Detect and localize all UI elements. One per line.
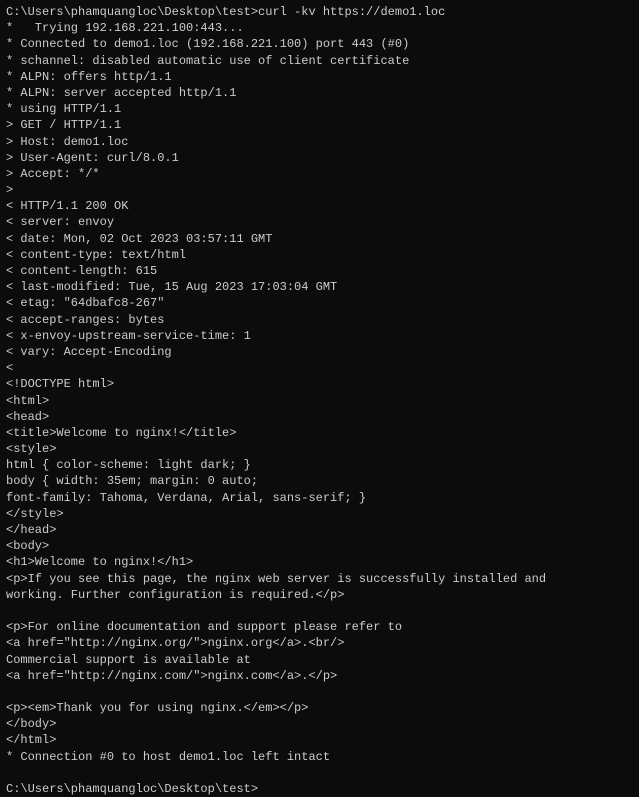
terminal-line: Commercial support is available at (6, 652, 633, 668)
terminal-line: </html> (6, 732, 633, 748)
terminal-line: working. Further configuration is requir… (6, 587, 633, 603)
terminal-line: < last-modified: Tue, 15 Aug 2023 17:03:… (6, 279, 633, 295)
terminal-line: < (6, 360, 633, 376)
terminal-line: <html> (6, 393, 633, 409)
terminal-line: C:\Users\phamquangloc\Desktop\test> (6, 781, 633, 797)
terminal-line: </style> (6, 506, 633, 522)
terminal-line: < HTTP/1.1 200 OK (6, 198, 633, 214)
terminal-line: <body> (6, 538, 633, 554)
terminal-line: <style> (6, 441, 633, 457)
terminal-line: < server: envoy (6, 214, 633, 230)
terminal-output[interactable]: C:\Users\phamquangloc\Desktop\test>curl … (6, 4, 633, 797)
terminal-line: > (6, 182, 633, 198)
terminal-line: <p><em>Thank you for using nginx.</em></… (6, 700, 633, 716)
terminal-line: < date: Mon, 02 Oct 2023 03:57:11 GMT (6, 231, 633, 247)
terminal-line: < vary: Accept-Encoding (6, 344, 633, 360)
terminal-line: <a href="http://nginx.com/">nginx.com</a… (6, 668, 633, 684)
terminal-line: * ALPN: server accepted http/1.1 (6, 85, 633, 101)
terminal-line: <h1>Welcome to nginx!</h1> (6, 554, 633, 570)
terminal-line: < content-length: 615 (6, 263, 633, 279)
terminal-line: </body> (6, 716, 633, 732)
terminal-line: < etag: "64dbafc8-267" (6, 295, 633, 311)
terminal-line (6, 765, 633, 781)
terminal-line: * using HTTP/1.1 (6, 101, 633, 117)
terminal-line: html { color-scheme: light dark; } (6, 457, 633, 473)
terminal-line: > Host: demo1.loc (6, 134, 633, 150)
terminal-line: <p>If you see this page, the nginx web s… (6, 571, 633, 587)
terminal-line: body { width: 35em; margin: 0 auto; (6, 473, 633, 489)
terminal-line: < x-envoy-upstream-service-time: 1 (6, 328, 633, 344)
terminal-line: <a href="http://nginx.org/">nginx.org</a… (6, 635, 633, 651)
terminal-line: > GET / HTTP/1.1 (6, 117, 633, 133)
terminal-line: font-family: Tahoma, Verdana, Arial, san… (6, 490, 633, 506)
terminal-line: <head> (6, 409, 633, 425)
terminal-line: * ALPN: offers http/1.1 (6, 69, 633, 85)
terminal-line: <p>For online documentation and support … (6, 619, 633, 635)
terminal-line: C:\Users\phamquangloc\Desktop\test>curl … (6, 4, 633, 20)
terminal-line: <!DOCTYPE html> (6, 376, 633, 392)
terminal-line: * schannel: disabled automatic use of cl… (6, 53, 633, 69)
terminal-line: </head> (6, 522, 633, 538)
terminal-line: * Connection #0 to host demo1.loc left i… (6, 749, 633, 765)
terminal-line (6, 684, 633, 700)
terminal-line: <title>Welcome to nginx!</title> (6, 425, 633, 441)
terminal-line (6, 603, 633, 619)
terminal-line: < content-type: text/html (6, 247, 633, 263)
terminal-line: < accept-ranges: bytes (6, 312, 633, 328)
terminal-line: * Connected to demo1.loc (192.168.221.10… (6, 36, 633, 52)
terminal-line: * Trying 192.168.221.100:443... (6, 20, 633, 36)
terminal-line: > User-Agent: curl/8.0.1 (6, 150, 633, 166)
terminal-line: > Accept: */* (6, 166, 633, 182)
